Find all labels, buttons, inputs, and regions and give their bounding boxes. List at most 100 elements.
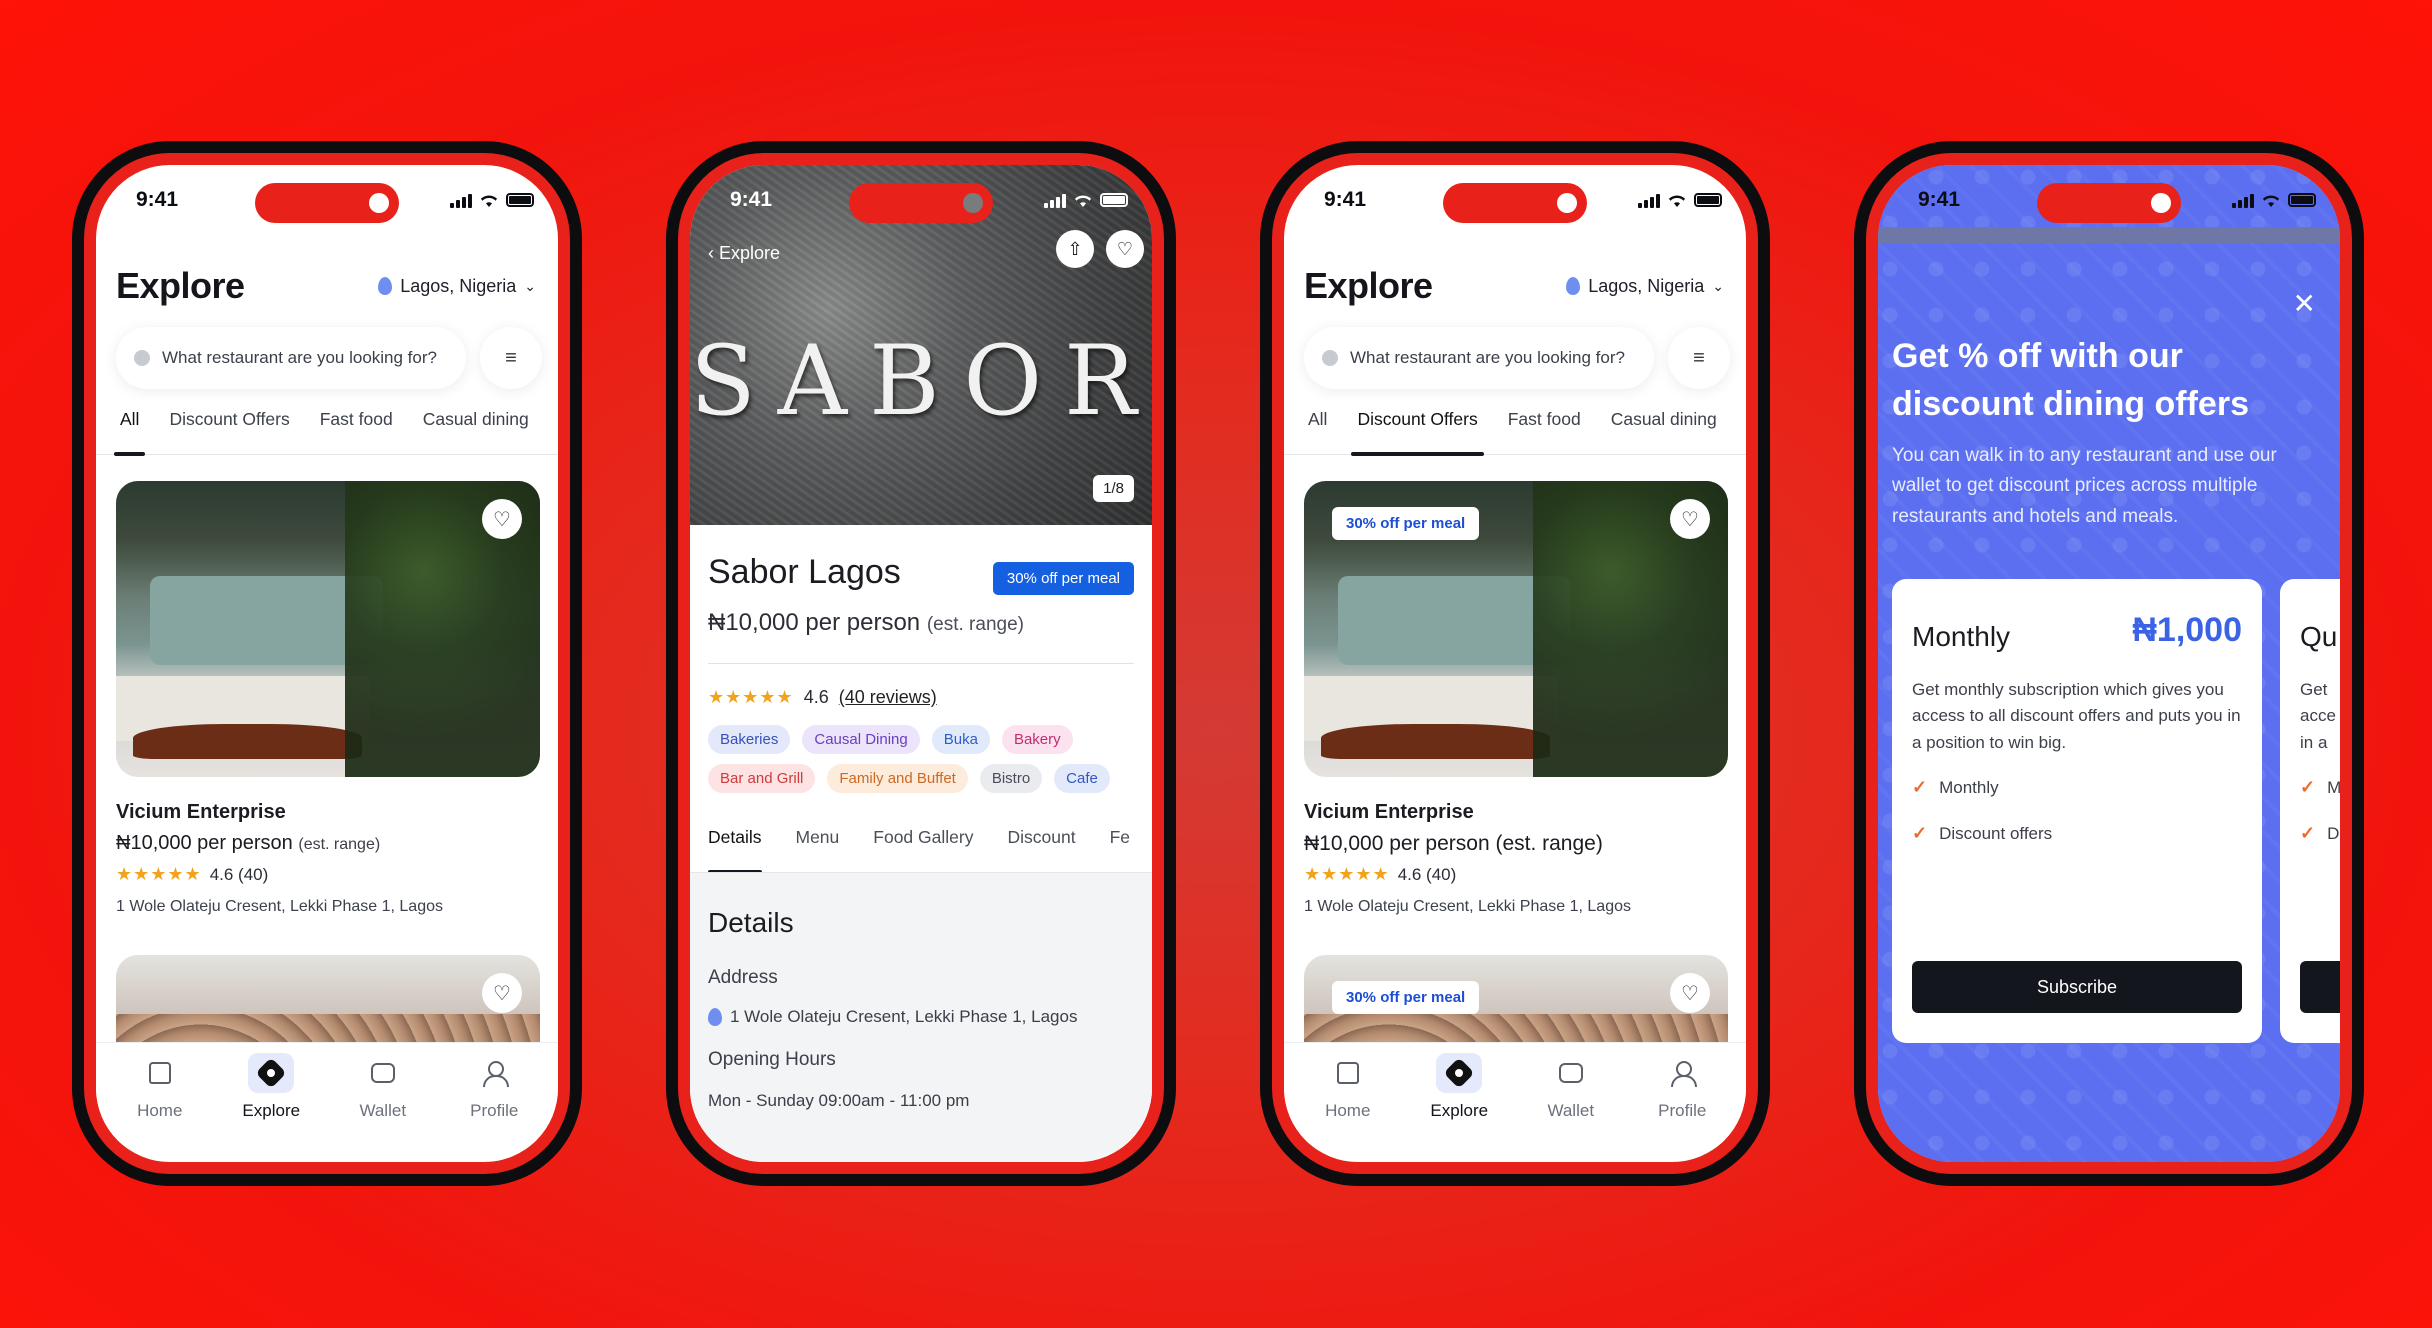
tag-chip[interactable]: Buka xyxy=(931,725,990,754)
nav-profile[interactable]: Profile xyxy=(1637,1053,1727,1162)
battery-icon xyxy=(1100,193,1128,207)
restaurant-image[interactable]: 30% off per meal ♡ xyxy=(1304,481,1728,777)
close-icon[interactable]: ✕ xyxy=(2293,287,2316,320)
nav-wallet[interactable]: Wallet xyxy=(1526,1053,1616,1162)
wallet-icon xyxy=(370,1063,395,1083)
check-icon: ✓ xyxy=(1912,777,1928,797)
plan-description: Get monthly subscription which gives you… xyxy=(1912,680,2241,752)
wifi-icon xyxy=(1074,195,1092,207)
search-placeholder: What restaurant are you looking for? xyxy=(162,348,437,367)
nav-home[interactable]: Home xyxy=(1303,1053,1393,1162)
tag-chip[interactable]: Causal Dining xyxy=(802,725,920,754)
plan-feature: ✓ M xyxy=(2300,777,2340,797)
wifi-icon xyxy=(1668,195,1686,207)
share-button[interactable]: ⇧ xyxy=(1056,230,1094,268)
restaurant-image[interactable]: ♡ xyxy=(116,481,540,777)
tab-more[interactable]: Fe xyxy=(1110,827,1130,872)
check-icon: ✓ xyxy=(2300,823,2316,843)
chevron-left-icon: ‹ xyxy=(708,243,714,263)
restaurant-name[interactable]: Vicium Enterprise xyxy=(116,801,286,824)
nav-wallet[interactable]: Wallet xyxy=(338,1053,428,1162)
tab-menu[interactable]: Menu xyxy=(796,827,840,872)
location-pin-icon xyxy=(378,277,393,295)
plan-card-next[interactable]: Qu Get acce in a ✓ M ✓ D xyxy=(2280,579,2340,1043)
star-rating-icon: ★★★★★ xyxy=(116,864,202,884)
subscribe-button[interactable]: Subscribe xyxy=(1912,961,2242,1013)
tab-details[interactable]: Details xyxy=(708,827,762,872)
restaurant-address: 1 Wole Olateju Cresent, Lekki Phase 1, L… xyxy=(1304,898,1631,915)
tab-discount-offers[interactable]: Discount Offers xyxy=(1351,409,1485,456)
restaurant-address: 1 Wole Olateju Cresent, Lekki Phase 1, L… xyxy=(116,898,443,915)
nav-explore[interactable]: Explore xyxy=(1414,1053,1504,1162)
restaurant-name[interactable]: Vicium Enterprise xyxy=(1304,801,1474,824)
tab-fast-food[interactable]: Fast food xyxy=(320,409,393,455)
signal-icon xyxy=(450,193,472,208)
tab-discount[interactable]: Discount xyxy=(1007,827,1075,872)
plan-card-monthly[interactable]: Monthly ₦1,000 Get monthly subscription … xyxy=(1892,579,2262,1043)
tag-chip[interactable]: Bar and Grill xyxy=(708,764,816,793)
plan-feature: ✓ Monthly xyxy=(1912,777,1999,797)
nav-explore[interactable]: Explore xyxy=(226,1053,316,1162)
search-input[interactable]: What restaurant are you looking for? xyxy=(1304,327,1654,389)
nav-home[interactable]: Home xyxy=(115,1053,205,1162)
signal-icon xyxy=(2232,193,2254,208)
address-value: 1 Wole Olateju Cresent, Lekki Phase 1, L… xyxy=(708,1007,1077,1027)
address-label: Address xyxy=(708,967,778,988)
nav-profile[interactable]: Profile xyxy=(449,1053,539,1162)
explore-icon xyxy=(255,1057,287,1089)
explore-icon xyxy=(1443,1057,1475,1089)
divider xyxy=(708,663,1134,664)
back-button[interactable]: ‹ Explore xyxy=(708,243,780,264)
tag-chip[interactable]: Cafe xyxy=(1054,764,1110,793)
location-pin-icon xyxy=(708,1008,722,1026)
page-title: Explore xyxy=(116,265,245,306)
favorite-heart-icon[interactable]: ♡ xyxy=(1670,973,1710,1013)
plan-feature: ✓ D xyxy=(2300,823,2340,843)
tag-chip[interactable]: Bakery xyxy=(1001,725,1073,754)
favorite-button[interactable]: ♡ xyxy=(1106,230,1144,268)
discount-badge: 30% off per meal xyxy=(992,562,1134,595)
tab-food-gallery[interactable]: Food Gallery xyxy=(873,827,973,872)
dynamic-island xyxy=(1443,183,1587,223)
bottom-nav: Home Explore Wallet Profile xyxy=(96,1042,558,1162)
tab-all[interactable]: All xyxy=(113,409,147,456)
page-title: Explore xyxy=(1304,265,1433,306)
filter-button[interactable]: ≡ xyxy=(1668,327,1730,389)
star-rating-icon: ★★★★★ xyxy=(708,687,794,707)
share-icon: ⇧ xyxy=(1067,238,1083,259)
subscribe-button-2[interactable] xyxy=(2300,961,2340,1013)
category-tabs: All Discount Offers Fast food Casual din… xyxy=(96,409,558,456)
reviews-link[interactable]: (40 reviews) xyxy=(839,687,937,708)
tag-chip[interactable]: Bistro xyxy=(979,764,1043,793)
tab-casual-dining[interactable]: Casual dining xyxy=(423,409,529,455)
tag-chip[interactable]: Bakeries xyxy=(708,725,791,754)
chevron-down-icon: ⌄ xyxy=(524,277,536,294)
plan-price: ₦1,000 xyxy=(2132,611,2242,649)
location-selector[interactable]: Lagos, Nigeria ⌄ xyxy=(378,276,536,297)
explore-screen: 9:41 Explore Lagos, Nigeria ⌄ What restau… xyxy=(96,165,558,1162)
filter-button[interactable]: ≡ xyxy=(480,327,542,389)
favorite-heart-icon[interactable]: ♡ xyxy=(482,973,522,1013)
signal-icon xyxy=(1044,193,1066,208)
favorite-heart-icon[interactable]: ♡ xyxy=(482,499,522,539)
tab-casual-dining[interactable]: Casual dining xyxy=(1611,409,1717,455)
phone-detail: SABOR 9:41 ‹ Explore ⇧ ♡ 1/8 Sabor Lagos… xyxy=(666,141,1176,1186)
search-placeholder: What restaurant are you looking for? xyxy=(1350,348,1625,367)
signal-icon xyxy=(1638,193,1660,208)
restaurant-price: ₦10,000 per person (est. range) xyxy=(116,832,381,854)
status-time: 9:41 xyxy=(136,188,179,211)
favorite-heart-icon[interactable]: ♡ xyxy=(1670,499,1710,539)
tag-chip[interactable]: Family and Buffet xyxy=(827,764,968,793)
promo-screen: 9:41 ✕ Get % off with our discount dinin… xyxy=(1878,165,2340,1162)
heart-icon: ♡ xyxy=(1116,238,1134,259)
star-rating-icon: ★★★★★ xyxy=(1304,864,1390,884)
tab-fast-food[interactable]: Fast food xyxy=(1508,409,1581,455)
location-selector[interactable]: Lagos, Nigeria ⌄ xyxy=(1566,276,1724,297)
category-tabs: All Discount Offers Fast food Casual din… xyxy=(1284,409,1746,456)
restaurant-rating: ★★★★★ 4.6 (40) xyxy=(116,864,269,884)
search-icon xyxy=(1322,350,1338,366)
tab-discount-offers[interactable]: Discount Offers xyxy=(169,409,289,455)
search-input[interactable]: What restaurant are you looking for? xyxy=(116,327,466,389)
profile-icon xyxy=(1671,1061,1698,1087)
tab-all[interactable]: All xyxy=(1308,409,1327,455)
